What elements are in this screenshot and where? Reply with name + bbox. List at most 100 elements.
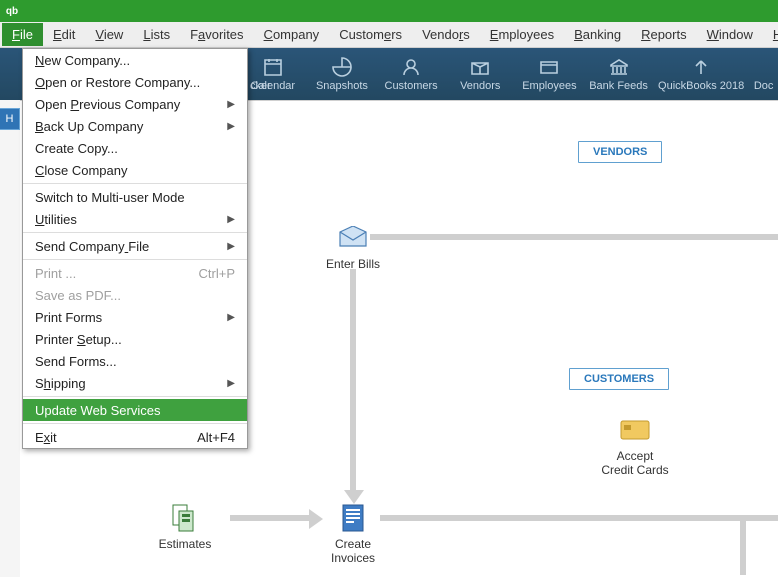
- toolbar-bank-feeds[interactable]: Bank Feeds: [584, 56, 653, 92]
- shortcut-label: Ctrl+P: [199, 266, 235, 281]
- file-menu-shipping[interactable]: Shipping ▶: [23, 372, 247, 394]
- menu-item-label: Open or Restore Company...: [35, 75, 200, 90]
- menu-favorites[interactable]: Favorites: [180, 23, 253, 46]
- toolbar-calendar[interactable]: Calendar: [238, 56, 307, 92]
- submenu-arrow-icon: ▶: [227, 214, 235, 225]
- file-menu-send-forms[interactable]: Send Forms...: [23, 350, 247, 372]
- menu-employees[interactable]: Employees: [480, 23, 564, 46]
- bank-icon: [584, 56, 653, 78]
- flow-line: [380, 515, 778, 521]
- menu-item-label: Send Forms...: [35, 354, 117, 369]
- node-label: Accept: [590, 449, 680, 463]
- vendors-pill[interactable]: VENDORS: [578, 141, 662, 163]
- menu-item-label: Update Web Services: [35, 403, 161, 418]
- toolbar-snapshots[interactable]: Snapshots: [307, 56, 376, 92]
- menu-lists[interactable]: Lists: [133, 23, 180, 46]
- menu-banking[interactable]: Banking: [564, 23, 631, 46]
- node-estimates[interactable]: Estimates: [140, 501, 230, 551]
- node-create-invoices[interactable]: Create Invoices: [308, 501, 398, 565]
- toolbar-employees[interactable]: Employees: [515, 56, 584, 92]
- menu-customers[interactable]: Customers: [329, 23, 412, 46]
- card-icon: [515, 56, 584, 78]
- flow-line: [740, 515, 746, 575]
- menu-item-label: Save as PDF...: [35, 288, 121, 303]
- menu-view[interactable]: View: [85, 23, 133, 46]
- toolbar-label: Employees: [515, 80, 584, 92]
- file-menu-open-previous-company[interactable]: Open Previous Company ▶: [23, 93, 247, 115]
- file-menu-create-copy[interactable]: Create Copy...: [23, 137, 247, 159]
- estimates-icon: [140, 501, 230, 535]
- menu-item-label: Create Copy...: [35, 141, 118, 156]
- person-icon: [377, 56, 446, 78]
- menu-bar: FileEditViewListsFavoritesCompanyCustome…: [0, 22, 778, 48]
- submenu-arrow-icon: ▶: [227, 312, 235, 323]
- file-menu-update-web-services[interactable]: Update Web Services: [23, 399, 247, 421]
- node-enter-bills[interactable]: Enter Bills: [308, 221, 398, 271]
- menu-item-label: Back Up Company: [35, 119, 143, 134]
- flow-line: [370, 234, 778, 240]
- file-menu-utilities[interactable]: Utilities ▶: [23, 208, 247, 230]
- flow-line: [350, 269, 356, 491]
- toolbar-label: Customers: [377, 80, 446, 92]
- toolbar-doc[interactable]: Doc: [749, 56, 778, 92]
- file-menu-switch-to-multi-user-mode[interactable]: Switch to Multi-user Mode: [23, 186, 247, 208]
- menu-help[interactable]: Help: [763, 23, 778, 46]
- file-menu-printer-setup[interactable]: Printer Setup...: [23, 328, 247, 350]
- menu-window[interactable]: Window: [697, 23, 763, 46]
- node-label: Create: [308, 537, 398, 551]
- file-menu-print-forms[interactable]: Print Forms▶: [23, 306, 247, 328]
- calendar-icon: [238, 56, 307, 78]
- submenu-arrow-icon: ▶: [227, 378, 235, 389]
- arrow-icon: [653, 56, 749, 78]
- toolbar-customers[interactable]: Customers: [377, 56, 446, 92]
- toolbar-vendors[interactable]: Vendors: [446, 56, 515, 92]
- qb-logo-icon: [4, 3, 20, 19]
- file-menu-dropdown: New Company... Open or Restore Company...…: [22, 48, 248, 449]
- customers-pill[interactable]: CUSTOMERS: [569, 368, 669, 390]
- flow-line: [230, 515, 310, 521]
- menu-item-label: Open Previous Company: [35, 97, 180, 112]
- menu-item-label: Send Company File: [35, 239, 149, 254]
- file-menu-back-up-company[interactable]: Back Up Company ▶: [23, 115, 247, 137]
- toolbar-label: Bank Feeds: [584, 80, 653, 92]
- toolbar-label: Vendors: [446, 80, 515, 92]
- shortcut-label: Alt+F4: [197, 430, 235, 445]
- submenu-arrow-icon: ▶: [227, 241, 235, 252]
- credit-card-icon: [590, 413, 680, 447]
- menu-item-label: Print ...: [35, 266, 76, 281]
- menu-item-label: Close Company: [35, 163, 128, 178]
- toolbar-quickbooks-2018[interactable]: QuickBooks 2018: [653, 56, 749, 92]
- file-menu-exit[interactable]: Exit Alt+F4: [23, 426, 247, 448]
- toolbar-label-cut: cker: [250, 80, 271, 92]
- node-label: Credit Cards: [590, 463, 680, 477]
- menu-company[interactable]: Company: [254, 23, 330, 46]
- file-menu-save-as-pdf: Save as PDF...: [23, 284, 247, 306]
- file-menu-open-or-restore-company[interactable]: Open or Restore Company...: [23, 71, 247, 93]
- home-side-tab[interactable]: H: [0, 108, 20, 130]
- cut-icon: [749, 56, 778, 78]
- title-bar: [0, 0, 778, 22]
- file-menu-print: Print ... Ctrl+P: [23, 262, 247, 284]
- menu-item-label: Exit: [35, 430, 57, 445]
- menu-file[interactable]: File: [2, 23, 43, 46]
- node-label: Invoices: [308, 551, 398, 565]
- submenu-arrow-icon: ▶: [227, 121, 235, 132]
- file-menu-new-company[interactable]: New Company...: [23, 49, 247, 71]
- file-menu-send-company-file[interactable]: Send Company File ▶: [23, 235, 247, 257]
- toolbar-label: Doc: [749, 80, 778, 92]
- menu-reports[interactable]: Reports: [631, 23, 697, 46]
- submenu-arrow-icon: ▶: [227, 99, 235, 110]
- pie-icon: [307, 56, 376, 78]
- file-menu-close-company[interactable]: Close Company: [23, 159, 247, 181]
- menu-edit[interactable]: Edit: [43, 23, 85, 46]
- box-icon: [446, 56, 515, 78]
- toolbar-label: QuickBooks 2018: [653, 80, 749, 92]
- menu-vendors[interactable]: Vendors: [412, 23, 480, 46]
- menu-item-label: Switch to Multi-user Mode: [35, 190, 185, 205]
- menu-item-label: Utilities: [35, 212, 77, 227]
- toolbar-label: Snapshots: [307, 80, 376, 92]
- toolbar-label: Calendar: [238, 80, 307, 92]
- node-label: Estimates: [140, 537, 230, 551]
- menu-item-label: Shipping: [35, 376, 86, 391]
- node-accept-credit-cards[interactable]: Accept Credit Cards: [590, 413, 680, 477]
